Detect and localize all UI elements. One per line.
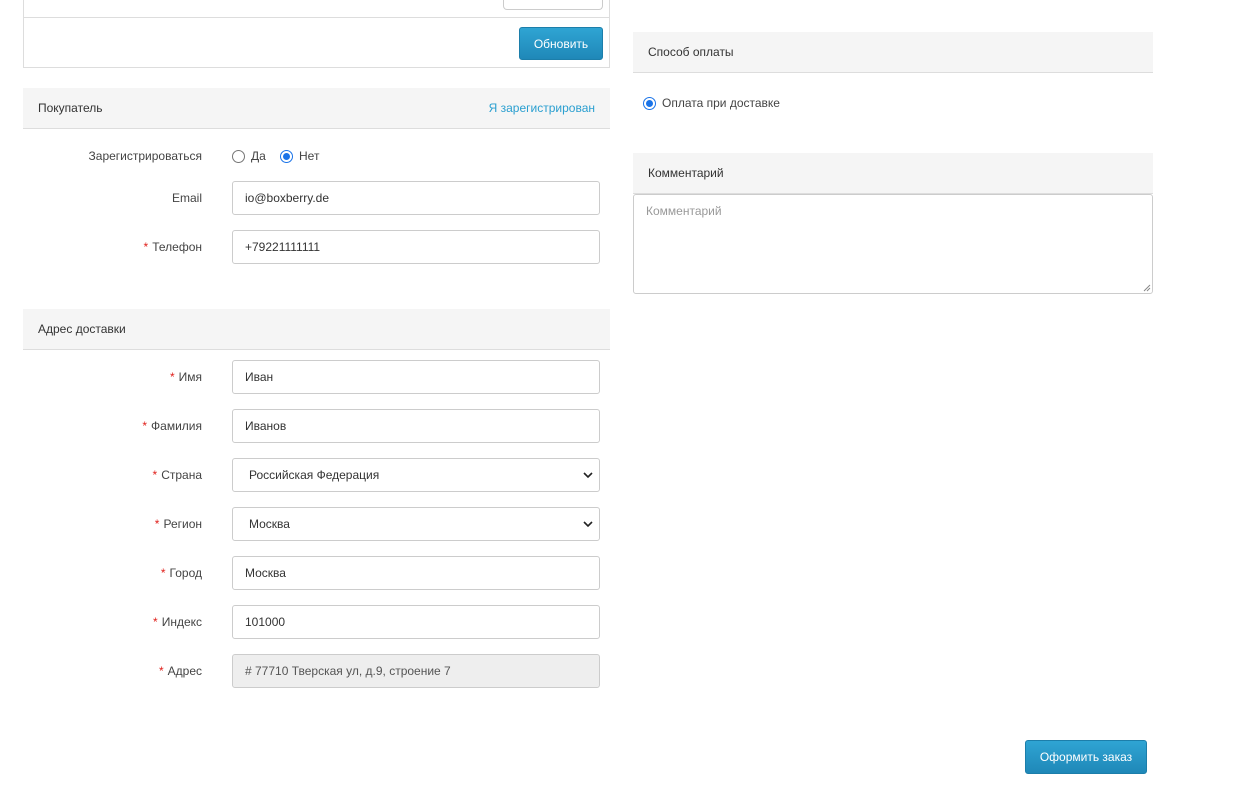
required-marker: * — [153, 615, 158, 629]
address-section-header: Адрес доставки — [23, 309, 610, 350]
city-value: Москва — [245, 566, 286, 580]
comment-placeholder: Комментарий — [646, 204, 722, 218]
comment-textarea[interactable]: Комментарий — [633, 194, 1153, 294]
required-marker: * — [160, 566, 166, 580]
buyer-section-title: Покупатель — [38, 101, 103, 115]
postcode-value: 101000 — [245, 615, 286, 629]
required-marker: * — [143, 240, 149, 254]
phone-field[interactable]: +79221111111 — [232, 230, 600, 264]
address-label: * Адрес — [22, 664, 202, 678]
place-order-button[interactable]: Оформить заказ — [1025, 740, 1147, 774]
city-label-text: Город — [169, 566, 202, 580]
last-name-label: * Фамилия — [22, 419, 202, 433]
last-name-label-text: Фамилия — [151, 419, 202, 433]
register-no-option[interactable]: Нет — [280, 149, 319, 163]
city-label: * Город — [22, 566, 202, 580]
panel-divider — [24, 17, 609, 18]
required-marker: * — [169, 370, 175, 384]
payment-cod-radio[interactable] — [643, 96, 656, 110]
postcode-label-text: Индекс — [161, 615, 202, 629]
chevron-down-icon — [583, 472, 593, 479]
register-yes-radio[interactable] — [232, 149, 245, 163]
payment-section-title: Способ оплаты — [648, 45, 734, 59]
required-marker: * — [142, 419, 148, 433]
phone-label: * Телефон — [22, 240, 202, 254]
email-value: io@boxberry.de — [245, 191, 329, 205]
first-name-label: * Имя — [22, 370, 202, 384]
region-label: * Регион — [22, 517, 202, 531]
city-field[interactable]: Москва — [232, 556, 600, 590]
buyer-section-header: Покупатель Я зарегистрирован — [23, 88, 610, 129]
phone-label-text: Телефон — [152, 240, 202, 254]
already-registered-link[interactable]: Я зарегистрирован — [489, 101, 595, 115]
update-button[interactable]: Обновить — [519, 27, 603, 60]
country-label: * Страна — [22, 468, 202, 482]
country-value: Российская Федерация — [249, 468, 380, 482]
email-field[interactable]: io@boxberry.de — [232, 181, 600, 215]
country-select[interactable]: Российская Федерация — [232, 458, 600, 492]
first-name-field[interactable]: Иван — [232, 360, 600, 394]
required-marker: * — [158, 664, 164, 678]
register-no-radio[interactable] — [280, 149, 293, 163]
register-yes-label: Да — [251, 149, 266, 163]
postcode-label: * Индекс — [22, 615, 202, 629]
register-no-label: Нет — [299, 149, 320, 163]
chevron-down-icon — [583, 521, 593, 528]
required-marker: * — [154, 517, 160, 531]
region-select[interactable]: Москва — [232, 507, 600, 541]
address-value: # 77710 Тверская ул, д.9, строение 7 — [245, 664, 451, 678]
address-field: # 77710 Тверская ул, д.9, строение 7 — [232, 654, 600, 688]
phone-value: +79221111111 — [245, 240, 321, 254]
address-label-text: Адрес — [167, 664, 202, 678]
quantity-input[interactable] — [503, 0, 603, 10]
required-marker: * — [152, 468, 158, 482]
postcode-field[interactable]: 101000 — [232, 605, 600, 639]
register-yes-option[interactable]: Да — [232, 149, 266, 163]
payment-option-cod[interactable]: Оплата при доставке — [643, 96, 780, 110]
address-section-title: Адрес доставки — [38, 322, 126, 336]
last-name-value: Иванов — [245, 419, 287, 433]
payment-section-header: Способ оплаты — [633, 32, 1153, 73]
payment-cod-label: Оплата при доставке — [662, 96, 780, 110]
first-name-value: Иван — [245, 370, 274, 384]
region-label-text: Регион — [163, 517, 202, 531]
last-name-field[interactable]: Иванов — [232, 409, 600, 443]
first-name-label-text: Имя — [178, 370, 202, 384]
resize-handle-icon[interactable] — [1143, 284, 1151, 292]
email-label: Email — [171, 191, 202, 205]
register-label: Зарегистрироваться — [88, 149, 202, 163]
comment-section-header: Комментарий — [633, 153, 1153, 194]
comment-section-title: Комментарий — [648, 166, 724, 180]
region-value: Москва — [249, 517, 290, 531]
country-label-text: Страна — [161, 468, 202, 482]
